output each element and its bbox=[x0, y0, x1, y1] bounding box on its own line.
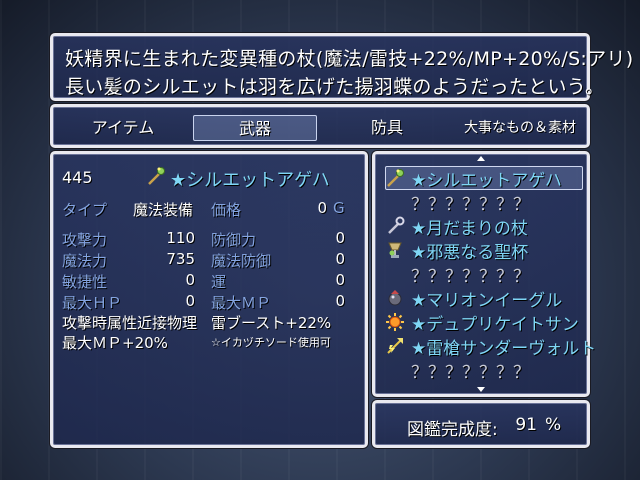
list-item-name: ？？？？？？？ bbox=[411, 363, 530, 383]
list-item-name: ★マリオンイーグル bbox=[411, 291, 563, 311]
price-value: 0 bbox=[317, 199, 327, 217]
completion-label: 図鑑完成度: bbox=[407, 420, 498, 440]
stat-label-maxmp: 最大ＭＰ bbox=[211, 294, 272, 312]
trait-maxmp-boost: 最大ＭＰ+20% bbox=[62, 334, 168, 352]
tab-armor[interactable]: 防具 bbox=[331, 115, 443, 141]
stat-label-defense: 防御力 bbox=[211, 231, 257, 249]
stat-value-magic: 735 bbox=[166, 250, 195, 268]
trait-thunder-boost: 雷ブースト+22% bbox=[211, 314, 332, 332]
weapon-list-window: ★シルエットアゲハ ？？？？？？？ ★月だまりの杖 ★邪悪なる聖杯 ？？？？？？… bbox=[372, 151, 596, 397]
completion-value: 91 bbox=[515, 415, 537, 435]
list-item-name: ？？？？？？？ bbox=[411, 195, 530, 215]
list-item[interactable]: ★マリオンイーグル bbox=[383, 286, 583, 311]
stat-value-agility: 0 bbox=[185, 271, 195, 289]
list-item-name: ★月だまりの杖 bbox=[411, 219, 528, 239]
staff-icon bbox=[146, 166, 166, 186]
completion-unit: % bbox=[545, 415, 562, 435]
stat-value-maxmp: 0 bbox=[335, 292, 345, 310]
type-label: タイプ bbox=[62, 201, 108, 219]
item-number: 445 bbox=[62, 168, 93, 187]
tab-weapons[interactable]: 武器 bbox=[193, 115, 317, 141]
item-name: ★シルエットアゲハ bbox=[170, 170, 330, 191]
stat-label-magic: 魔法力 bbox=[62, 252, 108, 270]
orb-icon bbox=[385, 288, 405, 308]
list-item-name: ★デュプリケイトサン bbox=[411, 315, 579, 335]
stat-value-magic-defense: 0 bbox=[335, 250, 345, 268]
category-window: アイテム 武器 防具 大事なもの＆素材 bbox=[50, 104, 590, 148]
help-line-1: 妖精界に生まれた変異種の杖(魔法/雷技+22%/MP+20%/S:アリ) bbox=[65, 48, 634, 70]
staff-icon bbox=[385, 168, 405, 188]
stat-label-maxhp: 最大ＨＰ bbox=[62, 294, 123, 312]
sun-icon bbox=[385, 312, 405, 332]
list-item[interactable]: ？？？？？？？ bbox=[383, 358, 583, 383]
list-item[interactable]: ★シルエットアゲハ bbox=[383, 166, 583, 191]
help-window: 妖精界に生まれた変異種の杖(魔法/雷技+22%/MP+20%/S:アリ) 長い髪… bbox=[50, 33, 633, 101]
lightning-spear-icon bbox=[385, 336, 405, 356]
stat-value-maxhp: 0 bbox=[185, 292, 195, 310]
help-line-2: 長い髪のシルエットは羽を広げた揚羽蝶のようだったという。 bbox=[65, 76, 605, 98]
list-item[interactable]: ？？？？？？？ bbox=[383, 190, 583, 215]
list-item-name: ★シルエットアゲハ bbox=[411, 171, 562, 191]
stat-value-attack: 110 bbox=[166, 229, 195, 247]
completion-window: 図鑑完成度: 91 % bbox=[372, 400, 590, 448]
key-wand-icon bbox=[385, 216, 405, 236]
stat-label-agility: 敏捷性 bbox=[62, 273, 108, 291]
item-detail-window: 445 ★シルエットアゲハ タイプ 魔法装備 価格 0 G 攻撃力 110 魔法… bbox=[50, 151, 368, 448]
list-item[interactable]: ？？？？？？？ bbox=[383, 262, 583, 287]
list-item[interactable]: ★雷槍サンダーヴォルト bbox=[383, 334, 596, 359]
type-value: 魔法装備 bbox=[133, 201, 194, 219]
price-label: 価格 bbox=[211, 201, 242, 219]
list-item-name: ★邪悪なる聖杯 bbox=[411, 243, 529, 263]
scroll-down-arrow-icon[interactable] bbox=[477, 387, 485, 392]
trait-skill: ☆イカヅチソード使用可 bbox=[211, 336, 331, 349]
trait-element: 攻撃時属性近接物理 bbox=[62, 314, 198, 332]
list-item[interactable]: ★月だまりの杖 bbox=[383, 214, 583, 239]
list-item[interactable]: ★デュプリケイトサン bbox=[383, 310, 583, 335]
list-item-name: ★雷槍サンダーヴォルト bbox=[411, 339, 597, 359]
chalice-icon bbox=[385, 240, 405, 260]
stat-label-luck: 運 bbox=[211, 273, 227, 291]
scroll-up-arrow-icon[interactable] bbox=[477, 156, 485, 161]
list-item-name: ？？？？？？？ bbox=[411, 267, 530, 287]
stat-value-defense: 0 bbox=[335, 229, 345, 247]
stat-label-attack: 攻撃力 bbox=[62, 231, 108, 249]
stat-value-luck: 0 bbox=[335, 271, 345, 289]
tab-items[interactable]: アイテム bbox=[67, 115, 179, 141]
stat-label-magic-defense: 魔法防御 bbox=[211, 252, 272, 270]
list-item[interactable]: ★邪悪なる聖杯 bbox=[383, 238, 583, 263]
tab-key-items[interactable]: 大事なもの＆素材 bbox=[457, 115, 583, 141]
currency-unit: G bbox=[333, 199, 345, 217]
